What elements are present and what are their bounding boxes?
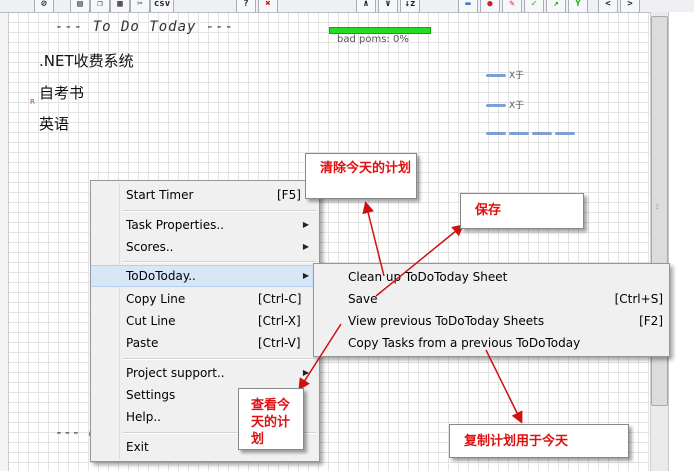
annotation-arrows [298,201,523,424]
callout-text: 保存 [475,203,502,218]
callout-save: 保存 [460,193,584,229]
callout-clear-plan: 清除今天的计划 [305,153,417,199]
arrow-copy [485,349,523,424]
callout-text: 清除今天的计划 [320,161,412,176]
callout-copy-plan: 复制计划用于今天 [449,424,629,458]
callout-view-plan: 查看今天的计划 [238,388,304,450]
arrow-save [375,224,465,297]
arrow-view [298,323,342,391]
arrow-clear [362,201,385,277]
callout-text: 查看今天的计划 [251,398,291,447]
callout-text: 复制计划用于今天 [464,434,569,449]
